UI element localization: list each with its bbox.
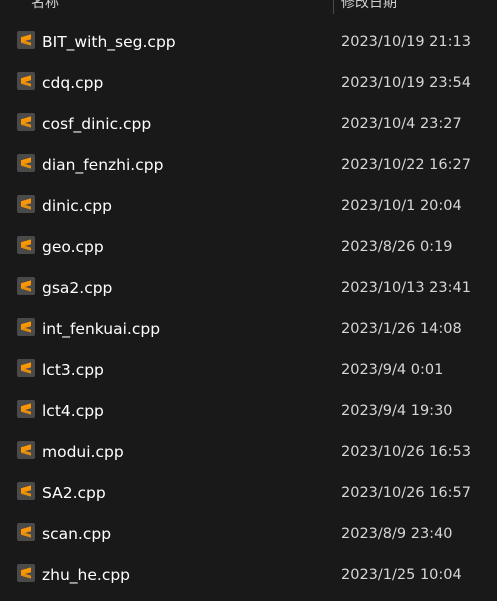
sublime-text-file-icon bbox=[17, 72, 35, 90]
column-header-name[interactable]: 名称 bbox=[31, 0, 59, 13]
file-modified-date: 2023/10/4 23:27 bbox=[341, 116, 462, 132]
file-modified-date: 2023/1/25 10:04 bbox=[341, 567, 462, 583]
file-name: int_fenkuai.cpp bbox=[42, 320, 161, 338]
file-row[interactable]: zhu_he.cpp 2023/1/25 10:04 bbox=[0, 554, 497, 595]
file-modified-date: 2023/10/1 20:04 bbox=[341, 198, 462, 214]
sublime-text-file-icon bbox=[17, 154, 35, 172]
file-name: gsa2.cpp bbox=[42, 279, 113, 297]
sublime-text-file-icon bbox=[17, 277, 35, 295]
sublime-text-file-icon bbox=[17, 359, 35, 377]
file-name: BIT_with_seg.cpp bbox=[42, 33, 176, 51]
sublime-text-file-icon bbox=[17, 523, 35, 541]
file-name: lct3.cpp bbox=[42, 361, 104, 379]
column-header-date-modified[interactable]: 修改日期 bbox=[341, 0, 397, 13]
file-modified-date: 2023/10/19 23:54 bbox=[341, 75, 471, 91]
file-row[interactable]: modui.cpp 2023/10/26 16:53 bbox=[0, 431, 497, 472]
file-name: cosf_dinic.cpp bbox=[42, 115, 152, 133]
file-row[interactable]: scan.cpp 2023/8/9 23:40 bbox=[0, 513, 497, 554]
file-modified-date: 2023/9/4 19:30 bbox=[341, 403, 453, 419]
file-name: scan.cpp bbox=[42, 525, 112, 543]
file-row[interactable]: BIT_with_seg.cpp 2023/10/19 21:13 bbox=[0, 21, 497, 62]
file-name: dian_fenzhi.cpp bbox=[42, 156, 164, 174]
file-modified-date: 2023/9/4 0:01 bbox=[341, 362, 444, 378]
file-modified-date: 2023/1/26 14:08 bbox=[341, 321, 462, 337]
file-row[interactable]: gsa2.cpp 2023/10/13 23:41 bbox=[0, 267, 497, 308]
column-divider[interactable] bbox=[333, 0, 334, 14]
file-row[interactable]: geo.cpp 2023/8/26 0:19 bbox=[0, 226, 497, 267]
sublime-text-file-icon bbox=[17, 441, 35, 459]
file-name: geo.cpp bbox=[42, 238, 104, 256]
file-row[interactable]: cosf_dinic.cpp 2023/10/4 23:27 bbox=[0, 103, 497, 144]
file-modified-date: 2023/10/19 21:13 bbox=[341, 34, 471, 50]
file-modified-date: 2023/10/26 16:57 bbox=[341, 485, 471, 501]
sublime-text-file-icon bbox=[17, 236, 35, 254]
sublime-text-file-icon bbox=[17, 318, 35, 336]
file-row[interactable]: dinic.cpp 2023/10/1 20:04 bbox=[0, 185, 497, 226]
file-name: dinic.cpp bbox=[42, 197, 112, 215]
file-name: zhu_he.cpp bbox=[42, 566, 131, 584]
sublime-text-file-icon bbox=[17, 564, 35, 582]
sublime-text-file-icon bbox=[17, 400, 35, 418]
file-modified-date: 2023/10/13 23:41 bbox=[341, 280, 471, 296]
sublime-text-file-icon bbox=[17, 195, 35, 213]
sublime-text-file-icon bbox=[17, 482, 35, 500]
file-modified-date: 2023/8/26 0:19 bbox=[341, 239, 453, 255]
file-name: cdq.cpp bbox=[42, 74, 104, 92]
file-modified-date: 2023/8/9 23:40 bbox=[341, 526, 453, 542]
file-row[interactable]: lct4.cpp 2023/9/4 19:30 bbox=[0, 390, 497, 431]
column-header-bar: 名称 修改日期 bbox=[0, 0, 497, 14]
file-row[interactable]: dian_fenzhi.cpp 2023/10/22 16:27 bbox=[0, 144, 497, 185]
file-row[interactable]: SA2.cpp 2023/10/26 16:57 bbox=[0, 472, 497, 513]
file-row[interactable]: cdq.cpp 2023/10/19 23:54 bbox=[0, 62, 497, 103]
file-list: BIT_with_seg.cpp 2023/10/19 21:13 cdq.cpp 2… bbox=[0, 21, 497, 595]
file-name: SA2.cpp bbox=[42, 484, 106, 502]
sublime-text-file-icon bbox=[17, 113, 35, 131]
file-modified-date: 2023/10/26 16:53 bbox=[341, 444, 471, 460]
sublime-text-file-icon bbox=[17, 31, 35, 49]
file-row[interactable]: int_fenkuai.cpp 2023/1/26 14:08 bbox=[0, 308, 497, 349]
file-explorer-window: 名称 修改日期 BIT_with_seg.cpp 2023/10/19 21:13… bbox=[0, 0, 497, 601]
file-name: modui.cpp bbox=[42, 443, 124, 461]
file-name: lct4.cpp bbox=[42, 402, 104, 420]
file-modified-date: 2023/10/22 16:27 bbox=[341, 157, 471, 173]
file-row[interactable]: lct3.cpp 2023/9/4 0:01 bbox=[0, 349, 497, 390]
